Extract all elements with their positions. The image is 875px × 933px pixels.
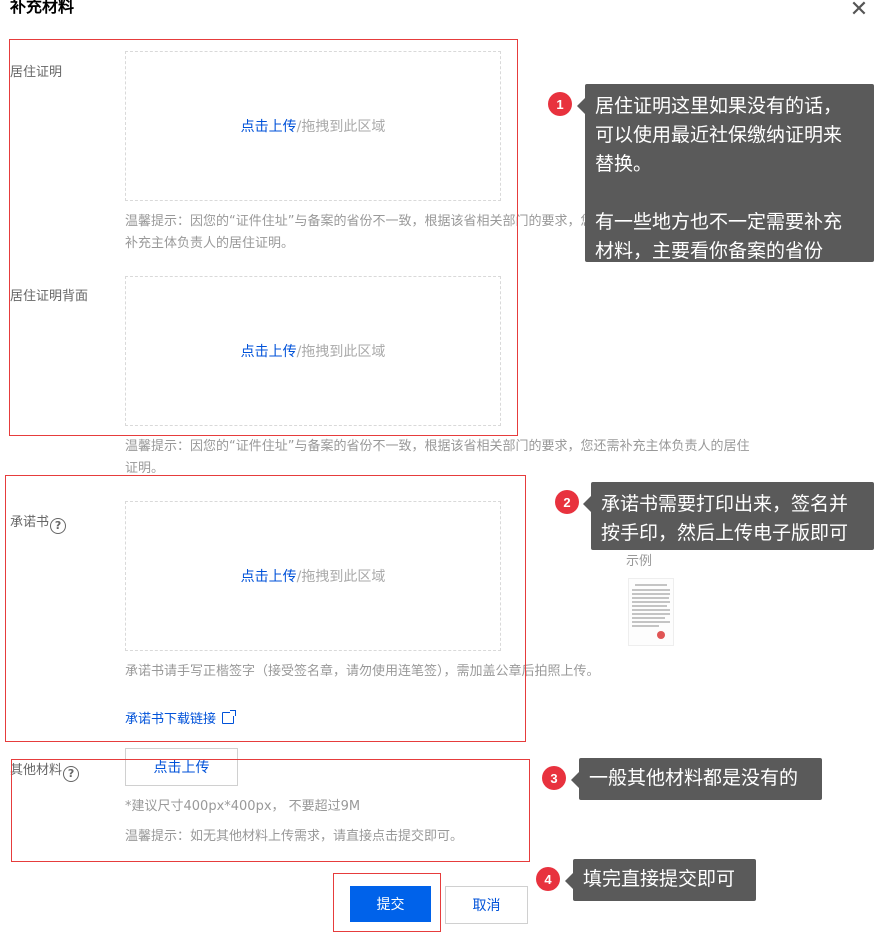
annotation-badge-2: 2	[555, 490, 579, 514]
annotation-badge-1: 1	[548, 92, 572, 116]
annotation-callout-4: 填完直接提交即可	[565, 859, 756, 901]
sample-label: 示例	[626, 554, 653, 569]
residence-proof-back-hint: 温馨提示：因您的“证件住址”与备案的省份不一致，根据该省相关部门的要求，您还需补…	[125, 439, 750, 476]
highlight-box-pledge	[5, 475, 526, 742]
annotation-badge-3: 3	[542, 766, 566, 790]
document-preview-icon	[629, 579, 673, 645]
annotation-callout-1: 居住证明这里如果没有的话， 可以使用最近社保缴纳证明来 替换。 有一些地方也不一…	[577, 84, 874, 262]
cancel-button[interactable]: 取消	[445, 886, 528, 924]
dialog-title: 补充材料	[10, 0, 75, 16]
sample-document-thumbnail[interactable]	[628, 578, 674, 646]
annotation-badge-4: 4	[536, 867, 560, 891]
close-icon[interactable]: ✕	[849, 0, 869, 22]
highlight-box-residence	[9, 39, 518, 436]
highlight-box-other	[11, 759, 530, 862]
annotation-callout-3: 一般其他材料都是没有的	[571, 758, 822, 800]
annotation-callout-2: 承诺书需要打印出来，签名并 按手印，然后上传电子版即可	[583, 482, 874, 550]
highlight-box-submit	[333, 873, 441, 932]
